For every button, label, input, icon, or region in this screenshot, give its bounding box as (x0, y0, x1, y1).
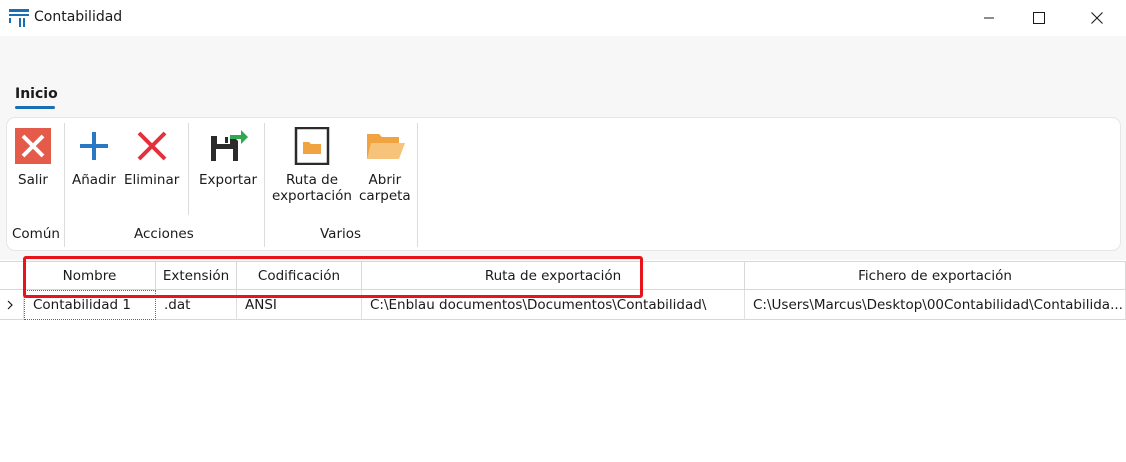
button-separator (188, 123, 189, 215)
highlight-box (23, 256, 643, 298)
active-tab-indicator (15, 106, 55, 109)
table-cell-fichero-exportacion[interactable]: C:\Users\Marcus\Desktop\00Contabilidad\C… (745, 290, 1126, 320)
row-selector[interactable] (0, 290, 24, 320)
anadir-label: Añadir (72, 172, 116, 188)
group-separator (264, 123, 265, 247)
ruta-label-line1: Ruta de (285, 172, 339, 188)
ruta-exportacion-button[interactable]: Ruta de exportación (272, 126, 352, 204)
title-bar: Contabilidad (0, 0, 1126, 36)
eliminar-label: Eliminar (124, 172, 180, 188)
maximize-icon (1033, 12, 1045, 24)
ruta-label-line2: exportación (272, 188, 352, 204)
abrir-label-line2: carpeta (359, 188, 411, 204)
tab-inicio[interactable]: Inicio (15, 86, 58, 102)
abrir-carpeta-button[interactable]: Abrir carpeta (359, 126, 411, 204)
ruta-exportacion-label: Ruta de exportación (272, 172, 352, 204)
salir-button[interactable]: Salir (13, 126, 53, 188)
anadir-button[interactable]: Añadir (72, 126, 116, 188)
group-separator (417, 123, 418, 247)
abrir-label-line1: Abrir (368, 172, 402, 188)
salir-label: Salir (18, 172, 48, 188)
close-icon (1091, 12, 1103, 24)
exit-icon (13, 126, 53, 166)
group-label-acciones: Acciones (134, 226, 194, 242)
window-title: Contabilidad (34, 9, 123, 25)
maximize-button[interactable] (1016, 0, 1062, 36)
x-icon (132, 126, 172, 166)
chevron-right-icon (7, 300, 13, 309)
minimize-icon (984, 17, 994, 19)
group-separator (64, 123, 65, 247)
column-header-fichero-exportacion[interactable]: Fichero de exportación (745, 261, 1126, 290)
row-header-corner (0, 261, 24, 290)
exportar-label: Exportar (199, 172, 258, 188)
save-export-icon (208, 126, 248, 166)
folder-box-icon (292, 126, 332, 166)
plus-icon (74, 126, 114, 166)
minimize-button[interactable] (966, 0, 1012, 36)
close-window-button[interactable] (1074, 0, 1120, 36)
open-folder-icon (365, 126, 405, 166)
exportar-button[interactable]: Exportar (199, 126, 257, 188)
group-label-comun: Común (12, 226, 60, 242)
eliminar-button[interactable]: Eliminar (124, 126, 179, 188)
group-label-varios: Varios (320, 226, 362, 242)
abrir-carpeta-label: Abrir carpeta (359, 172, 411, 204)
ribbon-panel: Salir Común Añadir Eliminar Exportar Acc… (7, 118, 1120, 250)
app-logo-icon (9, 9, 29, 27)
